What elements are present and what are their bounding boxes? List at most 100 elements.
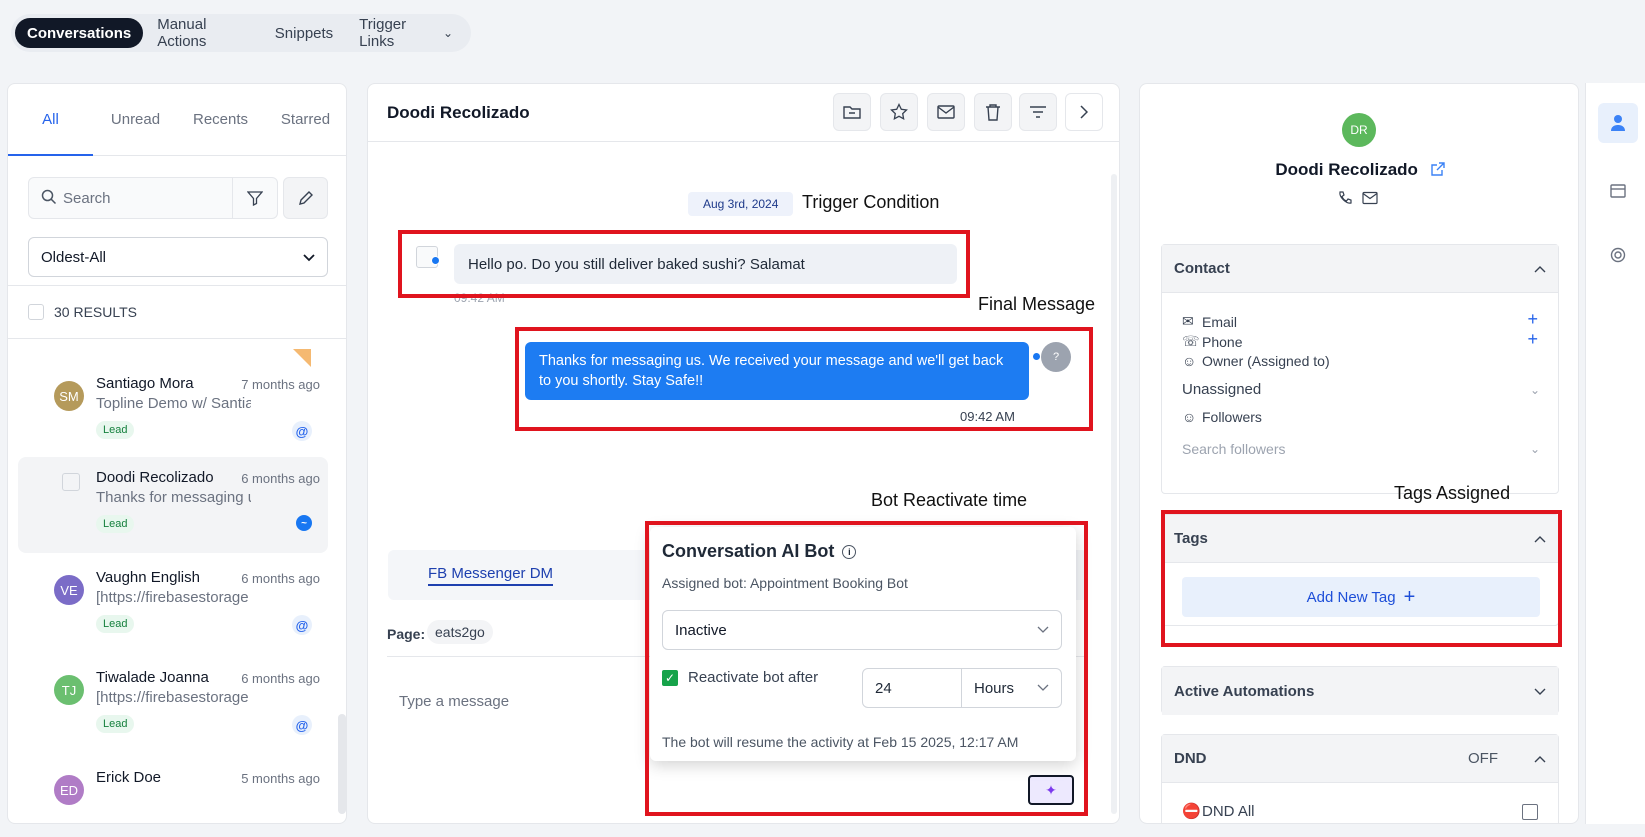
results-bar: 30 RESULTS bbox=[8, 285, 346, 339]
target-icon bbox=[1610, 247, 1626, 263]
contact-name: Doodi Recolizado bbox=[1275, 160, 1418, 179]
user-icon bbox=[1611, 115, 1625, 131]
tab-conversations[interactable]: Conversations bbox=[15, 18, 144, 48]
list-item[interactable]: ED Erick Doe 5 months ago bbox=[18, 757, 328, 823]
tab-all[interactable]: All bbox=[8, 84, 93, 156]
annotation-box-trigger bbox=[398, 230, 970, 298]
expand-button[interactable] bbox=[1065, 93, 1103, 131]
tab-snippets[interactable]: Snippets bbox=[263, 18, 345, 48]
compose-button[interactable] bbox=[283, 177, 328, 219]
timestamp: 5 months ago bbox=[241, 771, 320, 786]
trash-icon bbox=[986, 104, 1000, 121]
phone-icon[interactable] bbox=[1337, 191, 1352, 211]
tab-trigger-links[interactable]: Trigger Links ⌄ bbox=[347, 16, 465, 50]
contact-name: Tiwalade Joanna bbox=[96, 669, 209, 686]
mail-icon bbox=[937, 105, 955, 119]
tab-label: Trigger Links bbox=[359, 16, 407, 50]
section-title: Contact bbox=[1174, 260, 1230, 277]
email-channel-icon: @ bbox=[292, 421, 312, 441]
tab-label: Snippets bbox=[274, 24, 334, 42]
external-link-icon[interactable] bbox=[1430, 161, 1445, 181]
tab-recents[interactable]: Recents bbox=[178, 84, 263, 155]
annotation-bot-time: Bot Reactivate time bbox=[871, 490, 1028, 510]
chevron-right-icon bbox=[1080, 105, 1088, 119]
avatar bbox=[62, 473, 80, 491]
users-icon: ☺ bbox=[1182, 409, 1197, 425]
dnd-all-row: ⛔ DND All bbox=[1182, 802, 1255, 821]
tab-starred[interactable]: Starred bbox=[263, 84, 346, 155]
annotation-box-tags bbox=[1161, 510, 1562, 647]
list-item[interactable]: SM Santiago Mora 7 months ago Topline De… bbox=[18, 363, 328, 459]
mark-unread-button[interactable] bbox=[927, 93, 965, 131]
tab-unread[interactable]: Unread bbox=[93, 84, 178, 155]
annotation-final: Final Message bbox=[978, 294, 1096, 314]
star-button[interactable] bbox=[880, 93, 918, 131]
contact-section-header[interactable]: Contact bbox=[1162, 245, 1558, 293]
calendar-tab-button[interactable] bbox=[1598, 170, 1638, 210]
dnd-section-header[interactable]: DND OFF bbox=[1162, 735, 1558, 783]
chevron-down-icon: ⌄ bbox=[442, 26, 453, 40]
folder-button[interactable] bbox=[833, 93, 871, 131]
list-scrollbar[interactable] bbox=[338, 714, 346, 814]
chevron-down-icon: ⌄ bbox=[1529, 382, 1540, 397]
timestamp: 6 months ago bbox=[241, 471, 320, 486]
email-row: ✉ Email bbox=[1182, 313, 1237, 330]
opportunity-tab-button[interactable] bbox=[1598, 235, 1638, 275]
search-placeholder: Search bbox=[63, 189, 111, 207]
owner-row: ☺ Owner (Assigned to) bbox=[1182, 353, 1330, 369]
dnd-all-checkbox[interactable] bbox=[1522, 804, 1538, 820]
select-all-checkbox[interactable] bbox=[28, 304, 44, 320]
side-rail bbox=[1585, 83, 1645, 824]
message-input[interactable]: Type a message bbox=[399, 693, 509, 710]
conversation-header: Doodi Recolizado bbox=[368, 84, 1119, 142]
message-preview: Thanks for messaging us bbox=[96, 489, 251, 506]
add-email-button[interactable]: + bbox=[1527, 309, 1538, 330]
filter-button[interactable] bbox=[233, 177, 278, 219]
timestamp: 6 months ago bbox=[241, 671, 320, 686]
mail-icon[interactable] bbox=[1362, 191, 1378, 211]
field-label: Owner (Assigned to) bbox=[1202, 353, 1330, 369]
search-input[interactable]: Search bbox=[28, 177, 233, 219]
contact-name: Doodi Recolizado bbox=[96, 469, 214, 486]
lead-badge: Lead bbox=[96, 715, 135, 733]
followers-placeholder: Search followers bbox=[1182, 441, 1286, 457]
owner-select[interactable]: Unassigned ⌄ bbox=[1182, 381, 1540, 398]
message-preview: [https://firebasestorage bbox=[96, 689, 249, 706]
mail-icon: ✉ bbox=[1182, 313, 1194, 329]
email-channel-icon: @ bbox=[292, 715, 312, 735]
dnd-section: DND OFF ⛔ DND All bbox=[1161, 734, 1559, 823]
contact-name: Santiago Mora bbox=[96, 375, 194, 392]
message-scrollbar[interactable] bbox=[1111, 174, 1117, 814]
page-value[interactable]: eats2go bbox=[427, 620, 493, 644]
sort-button[interactable] bbox=[1019, 93, 1057, 131]
bell-off-icon: ⛔ bbox=[1182, 803, 1201, 820]
contact-tab-button[interactable] bbox=[1598, 103, 1638, 143]
section-title: Active Automations bbox=[1174, 682, 1315, 700]
list-item[interactable]: VE Vaughn English 6 months ago [https://… bbox=[18, 557, 328, 653]
sort-select[interactable]: Oldest-All bbox=[28, 237, 328, 277]
followers-search[interactable]: Search followers ⌄ bbox=[1182, 441, 1540, 457]
message-preview: [https://firebasestorage bbox=[96, 589, 249, 606]
tab-label: Manual Actions bbox=[157, 16, 207, 50]
chevron-down-icon: ⌄ bbox=[1529, 442, 1540, 456]
star-icon bbox=[890, 103, 908, 121]
list-item[interactable]: TJ Tiwalade Joanna 6 months ago [https:/… bbox=[18, 657, 328, 753]
contact-details-panel: DR Doodi Recolizado Contact ✉ Email + ☏ Ph… bbox=[1139, 83, 1579, 824]
list-item[interactable]: Doodi Recolizado 6 months ago Thanks for… bbox=[18, 457, 328, 553]
page-label: Page: bbox=[387, 626, 426, 642]
field-label: DND All bbox=[1202, 802, 1255, 820]
sort-value: Oldest-All bbox=[41, 248, 107, 266]
conversation-list: SM Santiago Mora 7 months ago Topline De… bbox=[8, 339, 346, 823]
add-phone-button[interactable]: + bbox=[1527, 329, 1538, 350]
section-title: DND bbox=[1174, 750, 1207, 767]
date-divider: Aug 3rd, 2024 bbox=[688, 192, 794, 216]
automations-section-header[interactable]: Active Automations bbox=[1162, 667, 1558, 715]
avatar: DR bbox=[1342, 113, 1376, 147]
sort-lines-icon bbox=[1030, 106, 1046, 118]
tab-manual-actions[interactable]: Manual Actions bbox=[145, 16, 261, 50]
delete-button[interactable] bbox=[974, 93, 1012, 131]
timestamp: 6 months ago bbox=[241, 571, 320, 586]
tab-fb-messenger[interactable]: FB Messenger DM bbox=[428, 565, 554, 586]
chevron-down-icon bbox=[303, 249, 315, 266]
lead-badge: Lead bbox=[96, 515, 135, 533]
